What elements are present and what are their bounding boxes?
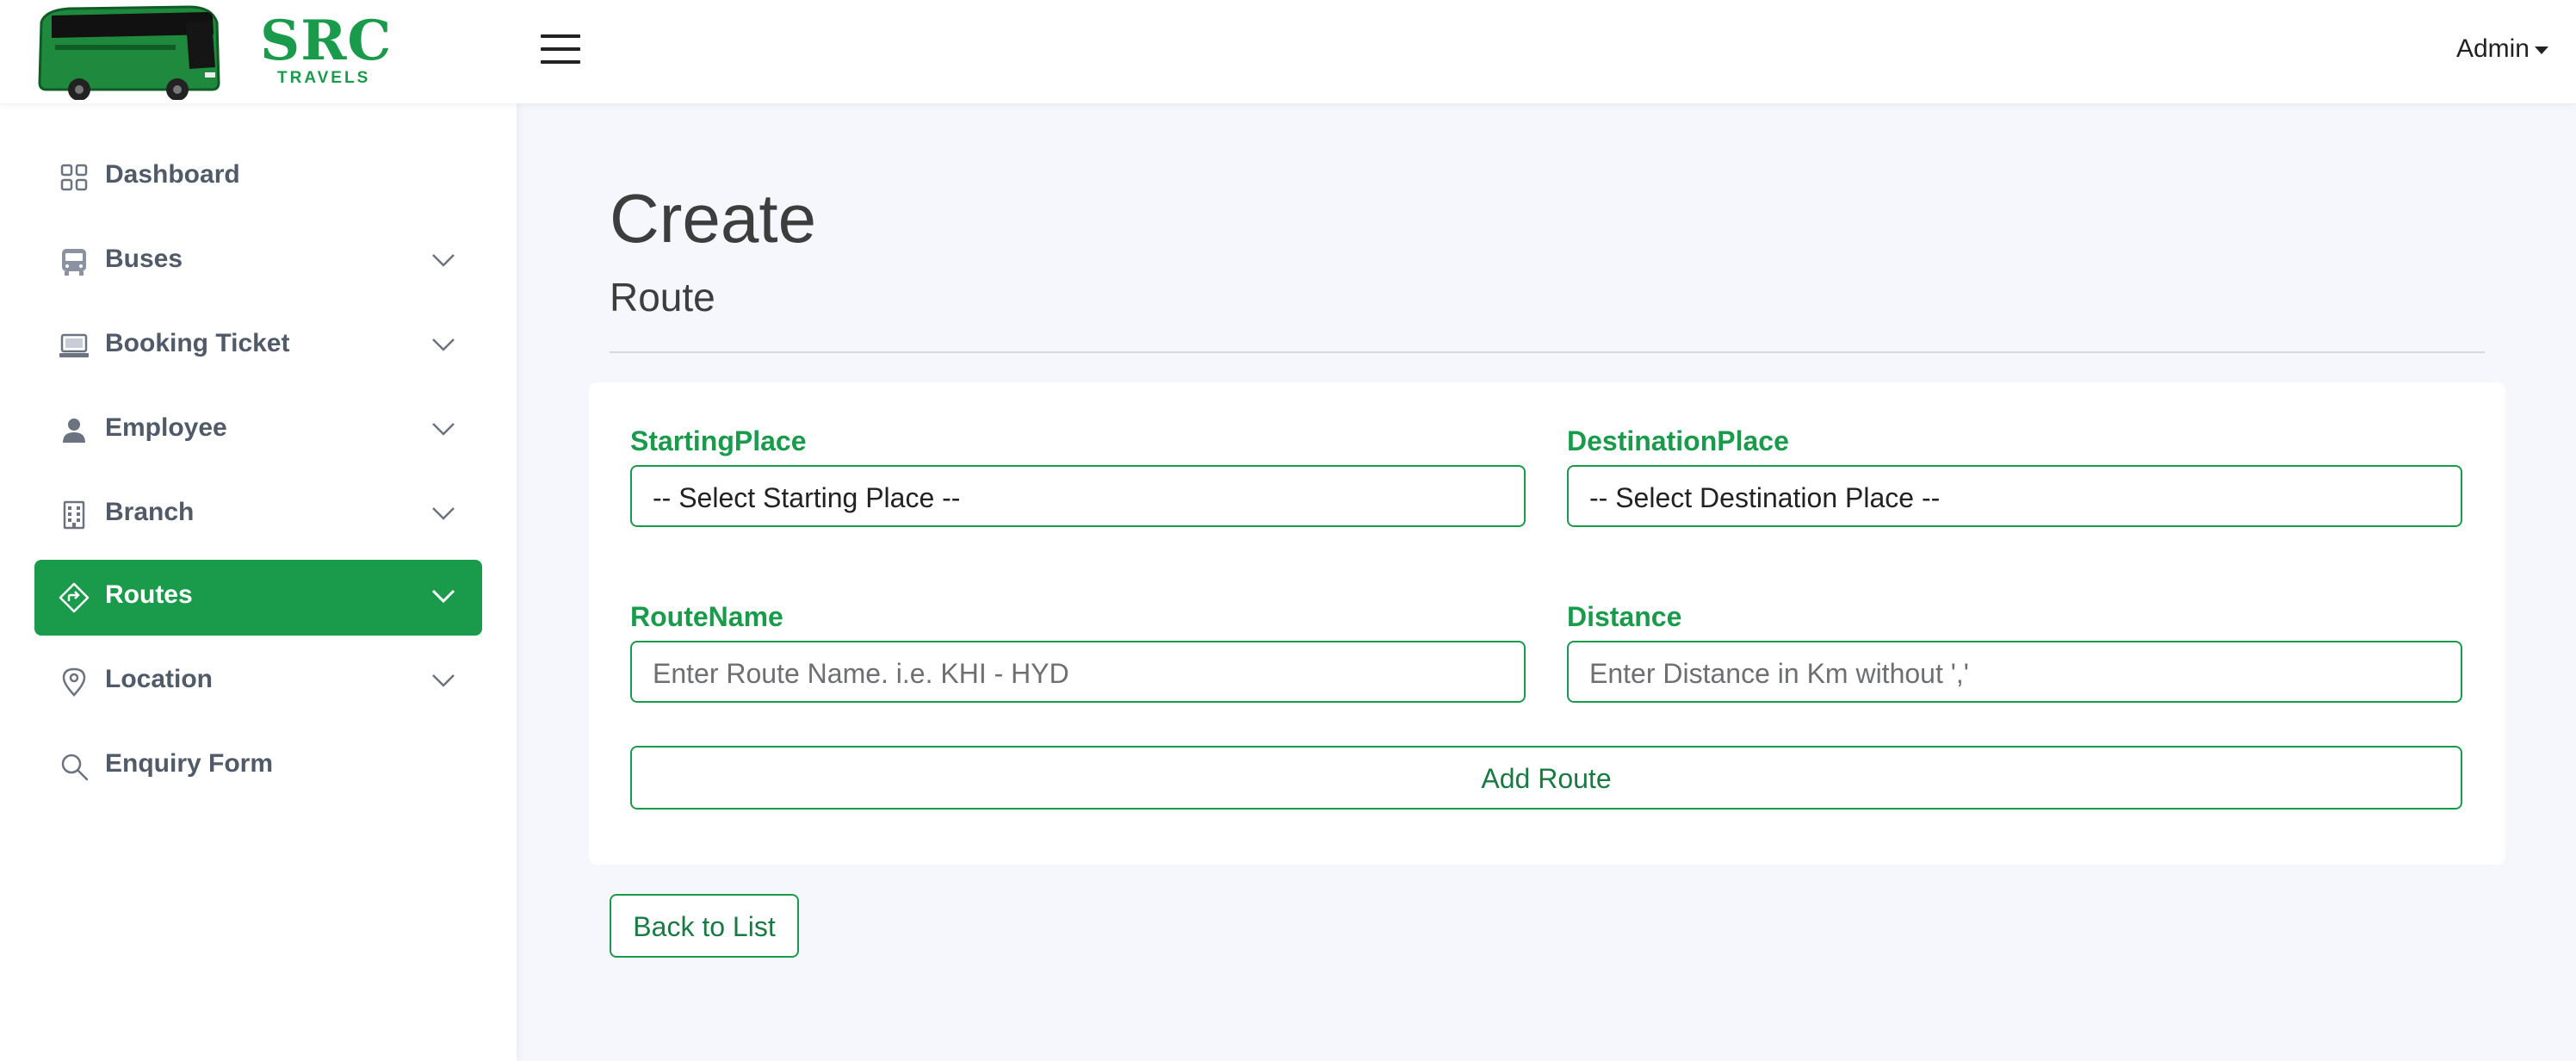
- admin-user-menu[interactable]: Admin: [2456, 34, 2548, 64]
- back-to-list-label: Back to List: [633, 911, 776, 942]
- sidebar-item-routes[interactable]: Routes: [34, 560, 482, 636]
- brand-tagline: TRAVELS: [277, 69, 371, 87]
- search-icon: [61, 754, 89, 781]
- caret-down-icon: [2535, 46, 2548, 54]
- chevron-down-icon: [432, 254, 455, 267]
- brand-name: SRC: [260, 9, 393, 73]
- sidebar-item-branch[interactable]: Branch: [34, 477, 482, 553]
- chevron-down-icon: [432, 423, 455, 436]
- destination-place-select[interactable]: -- Select Destination Place --: [1567, 465, 2462, 527]
- map-pin-icon: [62, 667, 86, 697]
- back-to-list-button[interactable]: Back to List: [610, 894, 799, 958]
- sidebar-item-employee[interactable]: Employee: [34, 393, 482, 468]
- chevron-down-icon: [431, 589, 455, 604]
- distance-placeholder: Enter Distance in Km without ',': [1589, 658, 1969, 689]
- person-icon: [63, 419, 85, 443]
- page-subtitle: Route: [610, 275, 715, 320]
- admin-user-label: Admin: [2455, 34, 2530, 63]
- sidebar-item-dashboard[interactable]: Dashboard: [34, 140, 482, 215]
- route-name-input[interactable]: Enter Route Name. i.e. KHI - HYD: [630, 641, 1526, 703]
- bus-icon: [62, 249, 86, 276]
- distance-label: Distance: [1567, 601, 1682, 632]
- top-navbar: SRC TRAVELS Admin: [0, 0, 2576, 103]
- laptop-icon: [59, 333, 89, 357]
- route-name-placeholder: Enter Route Name. i.e. KHI - HYD: [653, 658, 1069, 689]
- divider: [610, 351, 2485, 353]
- sidebar-item-label: Location: [105, 665, 213, 693]
- starting-place-selected-value: -- Select Starting Place --: [653, 482, 961, 513]
- add-route-button-label: Add Route: [1481, 763, 1612, 794]
- sidebar-toggle-hamburger-icon[interactable]: [541, 34, 580, 69]
- sidebar-item-booking-ticket[interactable]: Booking Ticket: [34, 308, 482, 384]
- sidebar-item-label: Branch: [105, 498, 195, 526]
- add-route-button[interactable]: Add Route: [630, 746, 2462, 810]
- starting-place-select[interactable]: -- Select Starting Place --: [630, 465, 1526, 527]
- distance-input[interactable]: Enter Distance in Km without ',': [1567, 641, 2462, 703]
- chevron-down-icon: [432, 674, 455, 687]
- chevron-down-icon: [432, 338, 455, 351]
- sidebar-item-label: Buses: [105, 245, 183, 273]
- sign-icon: [59, 582, 90, 613]
- sidebar-item-label: Enquiry Form: [105, 749, 274, 778]
- destination-place-label: DestinationPlace: [1567, 425, 1789, 456]
- route-name-label: RouteName: [630, 601, 783, 632]
- page-title: Create: [610, 180, 817, 257]
- destination-place-selected-value: -- Select Destination Place --: [1589, 482, 1941, 513]
- sidebar-item-label: Booking Ticket: [105, 329, 290, 357]
- building-icon: [63, 500, 85, 530]
- bus-logo-icon: [38, 5, 220, 100]
- sidebar-item-label: Employee: [105, 413, 227, 442]
- sidebar-item-buses[interactable]: Buses: [34, 224, 482, 300]
- sidebar-item-enquiry-form[interactable]: Enquiry Form: [34, 729, 482, 804]
- chevron-down-icon: [432, 507, 455, 520]
- starting-place-label: StartingPlace: [630, 425, 807, 456]
- brand-logo[interactable]: SRC TRAVELS: [34, 3, 391, 100]
- sidebar-item-label: Routes: [105, 580, 193, 609]
- sidebar: Dashboard Buses Booking Ticket Employee: [0, 103, 517, 1061]
- sidebar-item-location[interactable]: Location: [34, 644, 482, 720]
- sidebar-item-label: Dashboard: [105, 160, 240, 189]
- grid-icon: [60, 164, 88, 191]
